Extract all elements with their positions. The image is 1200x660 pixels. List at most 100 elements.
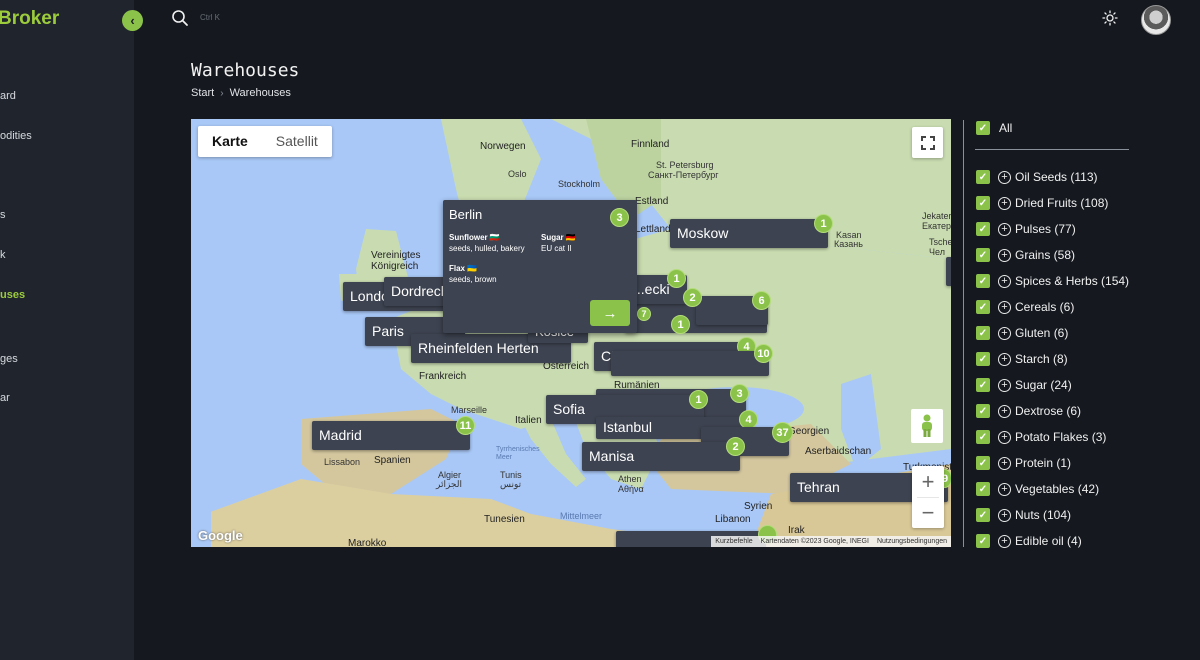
map-label: Чел — [929, 247, 945, 257]
expand-icon[interactable]: + — [998, 248, 1011, 262]
checkbox-icon[interactable]: ✓ — [976, 378, 990, 392]
warehouse-marker-moskow[interactable]: Moskow — [670, 219, 828, 248]
sidebar-item-7[interactable]: ar — [0, 392, 10, 404]
filter-label: Edible oil (4) — [1015, 534, 1082, 548]
warehouse-name: Istanbul — [603, 419, 653, 435]
divider — [917, 497, 939, 498]
map-data-credit: Kartendaten ©2023 Google, INEGI — [760, 538, 869, 545]
warehouse-marker-stack[interactable] — [611, 351, 769, 376]
warehouse-count-badge: 1 — [689, 390, 708, 409]
filter-item[interactable]: ✓ + Grains (58) — [976, 242, 1129, 268]
filter-item[interactable]: ✓ + Gluten (6) — [976, 320, 1129, 346]
sidebar-item-commodities[interactable]: odities — [0, 130, 32, 142]
map-label: Екатеринбург — [922, 221, 951, 231]
checkbox-icon[interactable]: ✓ — [976, 222, 990, 236]
checkbox-icon[interactable]: ✓ — [976, 508, 990, 522]
filter-label: Pulses (77) — [1015, 222, 1076, 236]
filter-all[interactable]: ✓ All — [976, 121, 1012, 135]
fullscreen-button[interactable] — [912, 127, 943, 158]
zoom-in-button[interactable]: + — [912, 466, 944, 497]
expand-icon[interactable]: + — [998, 326, 1011, 340]
search-icon[interactable] — [171, 9, 189, 27]
checkbox-icon[interactable]: ✓ — [976, 456, 990, 470]
collapse-sidebar-button[interactable]: ‹ — [122, 10, 143, 31]
breadcrumb-start[interactable]: Start — [191, 87, 214, 99]
street-view-pegman[interactable] — [911, 409, 943, 443]
divider — [963, 120, 964, 547]
warehouse-marker-manisa[interactable]: Manisa — [582, 442, 740, 471]
filter-item[interactable]: ✓ + Starch (8) — [976, 346, 1129, 372]
filter-item[interactable]: ✓ + Nuts (104) — [976, 502, 1129, 528]
warehouse-popup-berlin: Berlin 3 Sunflower 🇧🇬 seeds, hulled, bak… — [443, 200, 637, 333]
expand-icon[interactable]: + — [998, 534, 1011, 548]
checkbox-icon[interactable]: ✓ — [976, 352, 990, 366]
filter-item[interactable]: ✓ + Cereals (6) — [976, 294, 1129, 320]
expand-icon[interactable]: + — [998, 404, 1011, 418]
checkbox-icon[interactable]: ✓ — [976, 248, 990, 262]
expand-icon[interactable]: + — [998, 508, 1011, 522]
sun-icon[interactable] — [1102, 10, 1118, 26]
expand-icon[interactable]: + — [998, 482, 1011, 496]
expand-icon[interactable]: + — [998, 274, 1011, 288]
filter-item[interactable]: ✓ + Dextrose (6) — [976, 398, 1129, 424]
filter-item[interactable]: ✓ + Potato Flakes (3) — [976, 424, 1129, 450]
sidebar-item-warehouses[interactable]: uses — [0, 289, 25, 301]
sidebar-item-4[interactable]: k — [0, 249, 6, 261]
popup-product: Flax 🇺🇦 seeds, brown — [449, 263, 497, 285]
checkbox-icon[interactable]: ✓ — [976, 274, 990, 288]
filter-item[interactable]: ✓ + Dried Fruits (108) — [976, 190, 1129, 216]
sidebar-item-3[interactable]: s — [0, 209, 6, 221]
sidebar: Broker ‹ ard odities s k uses ges ar — [0, 0, 143, 660]
warehouse-name: ...ecki — [633, 281, 670, 297]
filter-item[interactable]: ✓ + Spices & Herbs (154) — [976, 268, 1129, 294]
map-label: Marokko — [348, 538, 387, 547]
filter-item[interactable]: ✓ + Pulses (77) — [976, 216, 1129, 242]
checkbox-icon[interactable]: ✓ — [976, 300, 990, 314]
checkbox-icon[interactable]: ✓ — [976, 121, 990, 135]
warehouse-marker-madrid[interactable]: Madrid — [312, 421, 470, 450]
checkbox-icon[interactable]: ✓ — [976, 534, 990, 548]
keyboard-shortcuts-link[interactable]: Kurzbefehle — [715, 536, 752, 547]
map-type-satellite[interactable]: Satellit — [262, 126, 332, 157]
warehouse-map[interactable]: Karte Satellit Norwegen Finnland Oslo St… — [191, 119, 951, 547]
filter-label: Sugar (24) — [1015, 378, 1072, 392]
map-label: Tyrrhenisches Meer — [496, 446, 540, 461]
expand-icon[interactable]: + — [998, 170, 1011, 184]
checkbox-icon[interactable]: ✓ — [976, 430, 990, 444]
warehouse-count-badge: 37 — [772, 422, 793, 443]
checkbox-icon[interactable]: ✓ — [976, 196, 990, 210]
open-warehouse-button[interactable]: → — [590, 300, 630, 326]
filter-item[interactable]: ✓ + Oil Seeds (113) — [976, 164, 1129, 190]
checkbox-icon[interactable]: ✓ — [976, 170, 990, 184]
expand-icon[interactable]: + — [998, 456, 1011, 470]
expand-icon[interactable]: + — [998, 352, 1011, 366]
map-label: Italien — [515, 415, 542, 426]
map-label: Aserbaidschan — [805, 446, 872, 457]
zoom-out-button[interactable]: − — [912, 497, 944, 528]
filter-item[interactable]: ✓ + Protein (1) — [976, 450, 1129, 476]
filter-label: Dried Fruits (108) — [1015, 196, 1109, 210]
expand-icon[interactable]: + — [998, 378, 1011, 392]
avatar[interactable] — [1141, 5, 1171, 35]
filter-item[interactable]: ✓ + Sugar (24) — [976, 372, 1129, 398]
expand-icon[interactable]: + — [998, 222, 1011, 236]
sidebar-item-dashboard[interactable]: ard — [0, 90, 16, 102]
map-type-karte[interactable]: Karte — [198, 126, 262, 157]
expand-icon[interactable]: + — [998, 196, 1011, 210]
expand-icon[interactable]: + — [998, 430, 1011, 444]
filter-item[interactable]: ✓ + Vegetables (42) — [976, 476, 1129, 502]
map-type-toggle: Karte Satellit — [198, 126, 332, 157]
checkbox-icon[interactable]: ✓ — [976, 482, 990, 496]
map-label: Казань — [834, 239, 863, 249]
checkbox-icon[interactable]: ✓ — [976, 326, 990, 340]
map-label: Irak — [788, 525, 805, 536]
terms-link[interactable]: Nutzungsbedingungen — [877, 536, 947, 547]
warehouse-marker-edge[interactable] — [946, 257, 951, 286]
filter-item[interactable]: ✓ + Edible oil (4) — [976, 528, 1129, 554]
expand-icon[interactable]: + — [998, 300, 1011, 314]
checkbox-icon[interactable]: ✓ — [976, 404, 990, 418]
filter-label: Grains (58) — [1015, 248, 1076, 262]
warehouse-count-badge: 7 — [637, 307, 651, 321]
map-label: Libanon — [715, 514, 751, 525]
sidebar-item-6[interactable]: ges — [0, 353, 18, 365]
